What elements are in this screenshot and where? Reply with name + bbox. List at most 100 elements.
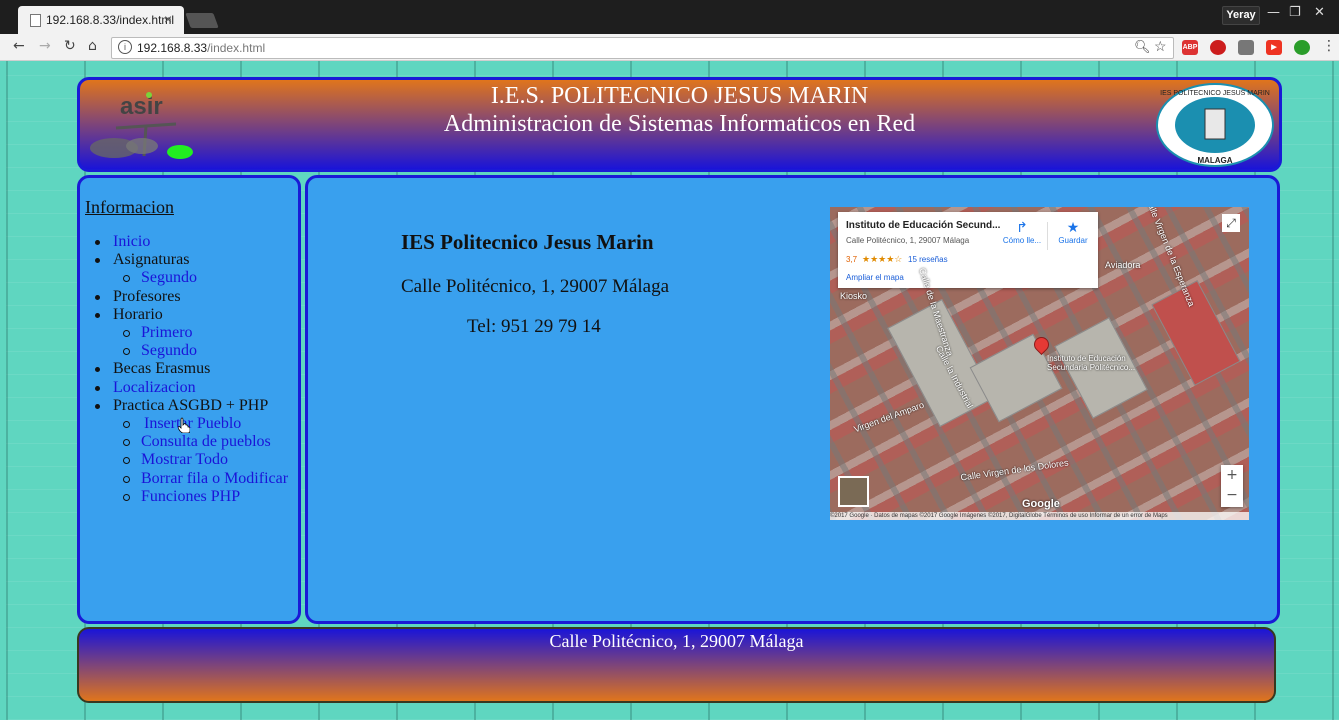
- seal-top-text: IES POLITECNICO JESUS MARIN: [1160, 90, 1270, 97]
- sidebar-item-label[interactable]: Funciones PHP: [141, 488, 240, 505]
- zoom-out-button[interactable]: −: [1221, 485, 1243, 505]
- sidebar-item-label: Profesores: [113, 287, 181, 305]
- enlarge-map-link[interactable]: Ampliar el mapa: [846, 273, 904, 282]
- street-label: Kiosko: [840, 291, 868, 301]
- page-viewport: asir I.E.S. POLITECNICO JESUS MARIN Admi…: [6, 61, 1339, 720]
- street-label: Calle Virgen de la Esperanza: [1143, 207, 1197, 308]
- sidebar-item-localizacion[interactable]: Localizacion: [85, 379, 288, 397]
- street-label: Calle Virgen de los Dolores: [959, 457, 1070, 483]
- save-label: Guardar: [1058, 236, 1088, 245]
- fullscreen-icon[interactable]: ⤢: [1222, 214, 1240, 232]
- opera-extension-icon[interactable]: [1210, 40, 1226, 55]
- sidebar-item-horario: Horario: [85, 306, 288, 324]
- tab-title: 192.168.8.33/index.html: [46, 13, 175, 27]
- zoom-icon[interactable]: 🔍︎: [1134, 39, 1151, 55]
- browser-toolbar: ← → ↻ ⌂ i 192.168.8.33/index.html 🔍︎ ☆ A…: [0, 34, 1339, 61]
- sidebar-item-horario-primero[interactable]: Primero: [85, 324, 288, 342]
- sidebar-item-label[interactable]: Localizacion: [113, 379, 196, 396]
- sidebar-item-label: Asignaturas: [113, 251, 190, 269]
- school-seal-logo: IES POLITECNICO JESUS MARIN MALAGA: [1156, 83, 1274, 167]
- browser-tab[interactable]: 192.168.8.33/index.html ×: [18, 6, 184, 34]
- zoom-controls: + −: [1221, 465, 1243, 507]
- place-rating: 3,7: [846, 255, 858, 264]
- street-label: Virgen del Amparo: [852, 399, 926, 435]
- bookmark-star-icon[interactable]: ☆: [1154, 38, 1167, 55]
- sidebar-item-funciones-php[interactable]: Funciones PHP: [85, 488, 288, 506]
- page-icon: [30, 14, 41, 27]
- school-address: Calle Politécnico, 1, 29007 Málaga: [401, 276, 670, 297]
- sidebar-item-label[interactable]: Insertar Pueblo: [144, 415, 241, 432]
- sidebar-item-asignaturas-segundo[interactable]: Segundo: [85, 269, 288, 287]
- save-star-icon: ★: [1066, 219, 1080, 235]
- abp-extension-icon[interactable]: ABP: [1182, 40, 1198, 55]
- site-title: I.E.S. POLITECNICO JESUS MARIN: [490, 83, 869, 109]
- minimize-icon[interactable]: —: [1267, 5, 1280, 20]
- main-content: IES Politecnico Jesus Marin Calle Polité…: [305, 175, 1280, 624]
- maximize-icon[interactable]: ❐: [1289, 5, 1301, 20]
- sidebar-item-consulta-pueblos[interactable]: Consulta de pueblos: [85, 433, 288, 451]
- card-divider: [1047, 222, 1048, 250]
- sidebar-item-practica-asgbd: Practica ASGBD + PHP: [85, 397, 288, 415]
- back-icon[interactable]: ←: [13, 38, 25, 54]
- sidebar-menu: Inicio Asignaturas Segundo Profesores Ho…: [85, 233, 288, 506]
- sidebar-item-label[interactable]: Primero: [141, 324, 193, 341]
- directions-button[interactable]: ↱ Cómo lle...: [998, 218, 1046, 245]
- sidebar: Informacion Inicio Asignaturas Segundo P…: [77, 175, 301, 624]
- new-tab-button[interactable]: [185, 13, 219, 28]
- sidebar-item-mostrar-todo[interactable]: Mostrar Todo: [85, 451, 288, 469]
- directions-icon: ↱: [1016, 219, 1028, 235]
- site-subtitle: Administracion de Sistemas Informaticos …: [443, 111, 916, 137]
- sidebar-item-horario-segundo[interactable]: Segundo: [85, 342, 288, 360]
- sidebar-item-label[interactable]: Inicio: [113, 233, 150, 250]
- sidebar-item-label: Becas Erasmus: [113, 360, 211, 378]
- rating-stars-icon: ★★★★☆: [862, 254, 903, 264]
- red-play-extension-icon[interactable]: ▶: [1266, 40, 1282, 55]
- info-icon[interactable]: i: [118, 40, 132, 54]
- sidebar-item-asignaturas: Asignaturas: [85, 251, 288, 269]
- site-header: asir I.E.S. POLITECNICO JESUS MARIN Admi…: [77, 77, 1282, 172]
- school-name: IES Politecnico Jesus Marin: [401, 230, 654, 254]
- pin-label: Instituto de Educación Secundaria Polité…: [1047, 354, 1136, 372]
- gray-extension-icon[interactable]: [1238, 40, 1254, 55]
- url-text: 192.168.8.33/index.html: [137, 41, 265, 55]
- place-name: Instituto de Educación Secund...: [846, 220, 1001, 231]
- sidebar-item-label: Horario: [113, 305, 163, 323]
- reviews-link[interactable]: 15 reseñas: [908, 255, 948, 264]
- google-map-embed[interactable]: Instituto de Educación Secund... Calle P…: [830, 207, 1249, 520]
- sidebar-item-label: Practica ASGBD + PHP: [113, 396, 269, 414]
- directions-label: Cómo lle...: [1002, 236, 1042, 245]
- site-footer: Calle Politécnico, 1, 29007 Málaga: [77, 627, 1276, 703]
- sidebar-heading: Informacion: [85, 197, 174, 217]
- map-type-thumbnail[interactable]: [838, 476, 869, 507]
- street-label: Aviadora: [1105, 260, 1141, 270]
- url-host: 192.168.8.33: [137, 41, 208, 55]
- forward-icon[interactable]: →: [39, 38, 51, 54]
- sidebar-item-inicio[interactable]: Inicio: [85, 233, 288, 251]
- sidebar-item-label[interactable]: Borrar fila o Modificar: [141, 470, 288, 487]
- save-place-button[interactable]: ★ Guardar: [1053, 218, 1093, 245]
- sidebar-item-label[interactable]: Consulta de pueblos: [141, 433, 271, 450]
- green-ring-extension-icon[interactable]: [1294, 40, 1310, 55]
- sidebar-item-label[interactable]: Segundo: [141, 342, 197, 359]
- browser-tabstrip: 192.168.8.33/index.html × Yeray — ❐ ✕: [0, 0, 1339, 34]
- home-icon[interactable]: ⌂: [88, 38, 97, 54]
- sidebar-item-borrar-modificar[interactable]: Borrar fila o Modificar: [85, 470, 288, 488]
- zoom-in-button[interactable]: +: [1221, 465, 1243, 485]
- seal-bottom-text: MALAGA: [1197, 156, 1232, 165]
- place-address: Calle Politécnico, 1, 29007 Málaga: [846, 236, 970, 245]
- profile-button[interactable]: Yeray: [1222, 6, 1260, 25]
- sidebar-item-label[interactable]: Segundo: [141, 269, 197, 286]
- close-window-icon[interactable]: ✕: [1314, 5, 1325, 20]
- school-phone: Tel: 951 29 79 14: [467, 316, 601, 337]
- hand-cursor-icon: [178, 417, 190, 433]
- map-building: [1151, 280, 1241, 386]
- tab-close-icon[interactable]: ×: [164, 11, 172, 27]
- map-attribution: ©2017 Google · Datos de mapas ©2017 Goog…: [830, 512, 1249, 520]
- sidebar-item-profesores: Profesores: [85, 288, 288, 306]
- menu-icon[interactable]: ⋮: [1322, 38, 1336, 54]
- sidebar-item-label[interactable]: Mostrar Todo: [141, 451, 228, 468]
- reload-icon[interactable]: ↻: [64, 38, 76, 54]
- footer-address: Calle Politécnico, 1, 29007 Málaga: [549, 631, 804, 651]
- address-bar[interactable]: i 192.168.8.33/index.html 🔍︎ ☆: [111, 37, 1174, 59]
- url-path: /index.html: [207, 41, 266, 55]
